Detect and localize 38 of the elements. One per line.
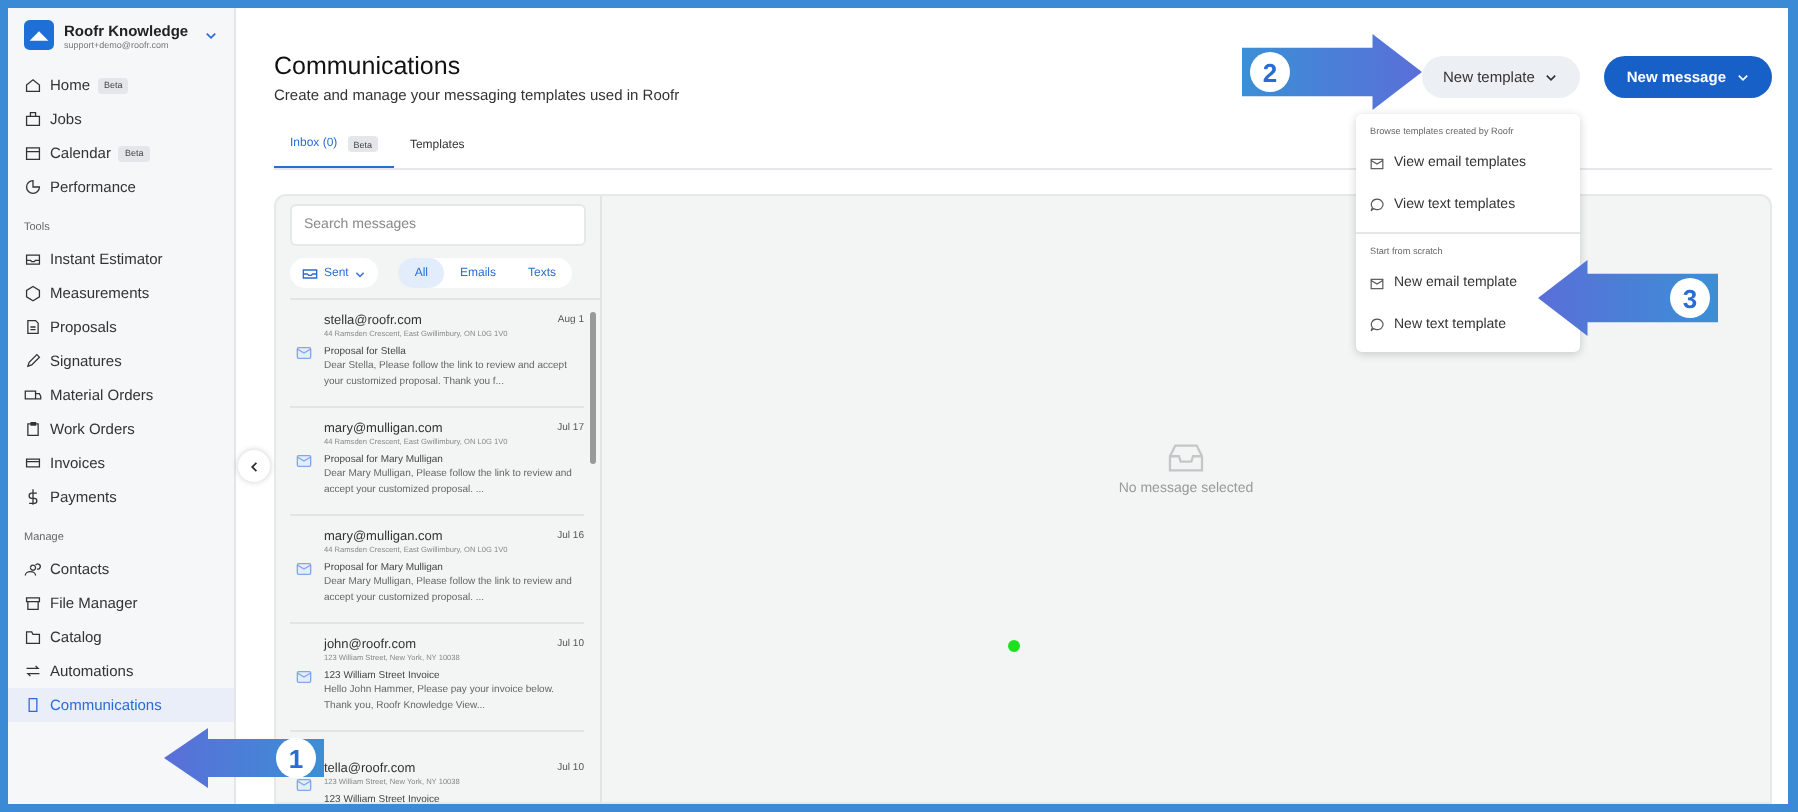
document-icon: [24, 318, 42, 336]
folder-icon: [24, 628, 42, 646]
card-icon: [24, 454, 42, 472]
envelope-icon: [1370, 277, 1384, 289]
envelope-icon: [296, 669, 312, 683]
phone-icon: [24, 696, 42, 714]
calendar-icon: [24, 144, 42, 162]
chevron-left-icon: [247, 459, 261, 473]
truck-icon: [24, 386, 42, 404]
arrows-icon: [24, 662, 42, 680]
cursor-dot: [1008, 640, 1020, 652]
people-icon: [24, 560, 42, 578]
archive-icon: [24, 594, 42, 612]
tray-icon: [302, 265, 318, 281]
pie-chart-icon: [24, 178, 42, 196]
dollar-icon: [24, 488, 42, 506]
envelope-icon: [296, 561, 312, 575]
roof-logo-icon: [24, 20, 54, 50]
envelope-icon: [296, 453, 312, 467]
page-title: Communications: [274, 52, 463, 80]
building-icon: [24, 110, 42, 128]
collapse-sidebar-button[interactable]: [238, 450, 270, 482]
chevron-down-icon[interactable]: [204, 28, 218, 42]
clipboard-icon: [24, 420, 42, 438]
chat-bubble-icon: [1370, 318, 1384, 332]
envelope-icon: [296, 777, 312, 791]
chevron-down-icon: [1544, 70, 1559, 84]
pencil-icon: [24, 352, 42, 370]
chevron-down-icon: [1736, 70, 1750, 84]
home-icon: [24, 76, 42, 94]
chat-bubble-icon: [1370, 198, 1384, 212]
tray-icon: [1166, 442, 1206, 474]
scrollbar[interactable]: [590, 312, 596, 464]
cube-icon: [24, 284, 42, 302]
tray-icon: [24, 250, 42, 268]
envelope-icon: [1370, 157, 1384, 169]
chevron-down-icon: [354, 267, 367, 279]
envelope-icon: [296, 345, 312, 359]
